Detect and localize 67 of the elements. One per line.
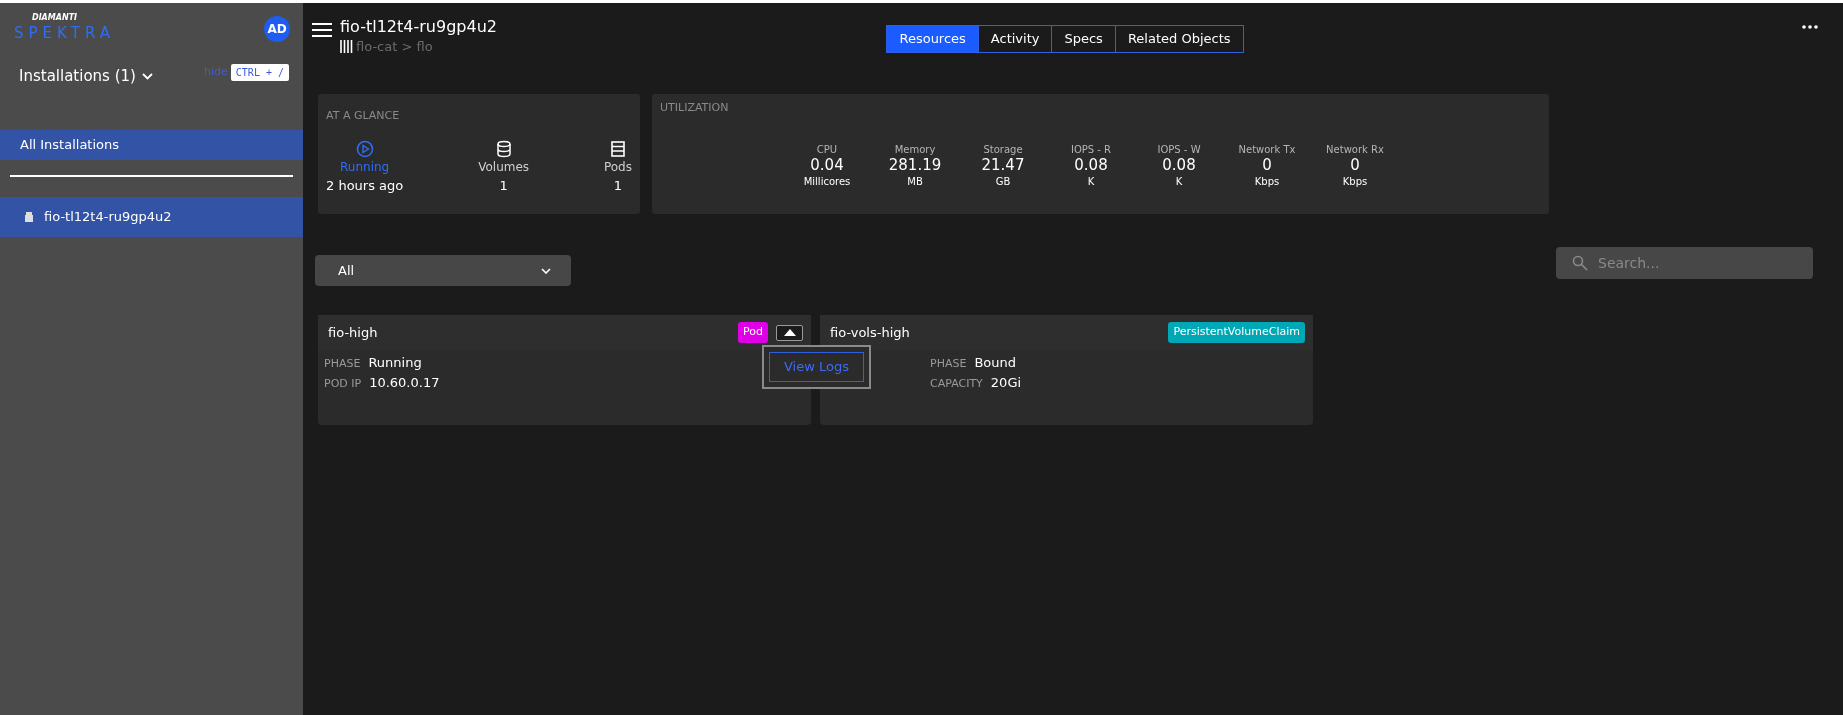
sidebar-item[interactable]: All Installations: [0, 129, 303, 160]
more-options-icon[interactable]: [1802, 25, 1818, 29]
filter-dropdown[interactable]: All: [315, 255, 571, 286]
search-icon: [1572, 255, 1588, 271]
metric-label: Network Rx: [1326, 142, 1384, 157]
field-value: Running: [368, 354, 422, 372]
type-badge: Pod: [738, 322, 768, 343]
sidebar-item-label: fio-tl12t4-ru9gp4u2: [44, 207, 172, 226]
panel-title: AT A GLANCE: [326, 108, 401, 124]
stat-value: 1: [613, 176, 623, 195]
metric-label: Memory: [894, 142, 936, 157]
metric-label: Storage: [983, 142, 1023, 157]
metric-value: 0: [1262, 156, 1272, 174]
metric-value: 281.19: [888, 156, 942, 174]
filter-value: All: [338, 261, 355, 280]
metric-label: Network Tx: [1238, 142, 1296, 157]
list-icon: [609, 139, 627, 158]
metric-value: 0.08: [1162, 156, 1196, 174]
field-label: PHASE: [324, 356, 361, 372]
field-value: Bound: [974, 354, 1016, 372]
server-icon: [24, 211, 34, 222]
chevron-down-icon[interactable]: [141, 72, 153, 80]
card-title: fio-high: [328, 323, 378, 342]
menu-icon[interactable]: [312, 23, 332, 37]
metric-value: 0.04: [810, 156, 844, 174]
stat-label: Running: [340, 158, 390, 176]
metric-unit: GB: [995, 174, 1011, 189]
chevron-down-icon: [541, 267, 551, 274]
metric-unit: Millicores: [803, 174, 851, 189]
play-circle-icon: [355, 139, 374, 158]
sidebar-item[interactable]: fio-tl12t4-ru9gp4u2: [0, 196, 303, 237]
caret-up-icon: [783, 329, 796, 336]
breadcrumb: flo-cat > flo: [356, 38, 433, 56]
metric-value: 21.47: [981, 156, 1025, 174]
barcode-icon: [340, 40, 353, 54]
metric-unit: MB: [907, 174, 923, 189]
keyboard-shortcut: CTRL + /: [230, 63, 289, 81]
metric-value: 0.08: [1074, 156, 1108, 174]
field-label: CAPACITY: [930, 376, 983, 392]
user-avatar[interactable]: AD: [264, 16, 290, 42]
product-logo: SPEKTRA: [14, 23, 115, 43]
brand-logo-text: DIAMANTI: [31, 13, 79, 23]
type-badge: PersistentVolumeClaim: [1168, 322, 1305, 343]
stat-value: 2 hours ago: [326, 176, 404, 195]
metric-label: CPU: [816, 142, 838, 157]
metric-label: IOPS - W: [1157, 142, 1201, 157]
stat-label: Volumes: [478, 158, 530, 176]
field-label: PHASE: [930, 356, 967, 372]
menu-toggle-button[interactable]: [776, 324, 803, 341]
field-label: POD IP: [324, 376, 362, 392]
installations-title[interactable]: Installations (1): [19, 65, 136, 88]
stat-label: Pods: [603, 158, 632, 176]
panel-title: UTILIZATION: [660, 100, 730, 116]
search-field[interactable]: Search...: [1556, 247, 1813, 279]
stat-value: 1: [499, 176, 508, 195]
metric-value: 0: [1350, 156, 1360, 174]
database-icon: [494, 139, 513, 158]
metric-unit: K: [1175, 174, 1183, 189]
card-title: fio-vols-high: [830, 323, 910, 342]
metric-unit: K: [1087, 174, 1095, 189]
metric-unit: Kbps: [1342, 174, 1368, 189]
metric-label: IOPS - R: [1070, 142, 1112, 157]
field-value: 20Gi: [990, 374, 1022, 392]
tab[interactable]: Resources: [887, 26, 978, 52]
metric-unit: Kbps: [1254, 174, 1280, 189]
page-title: fio-tl12t4-ru9gp4u2: [340, 17, 497, 37]
field-value: 10.60.0.17: [369, 374, 440, 392]
